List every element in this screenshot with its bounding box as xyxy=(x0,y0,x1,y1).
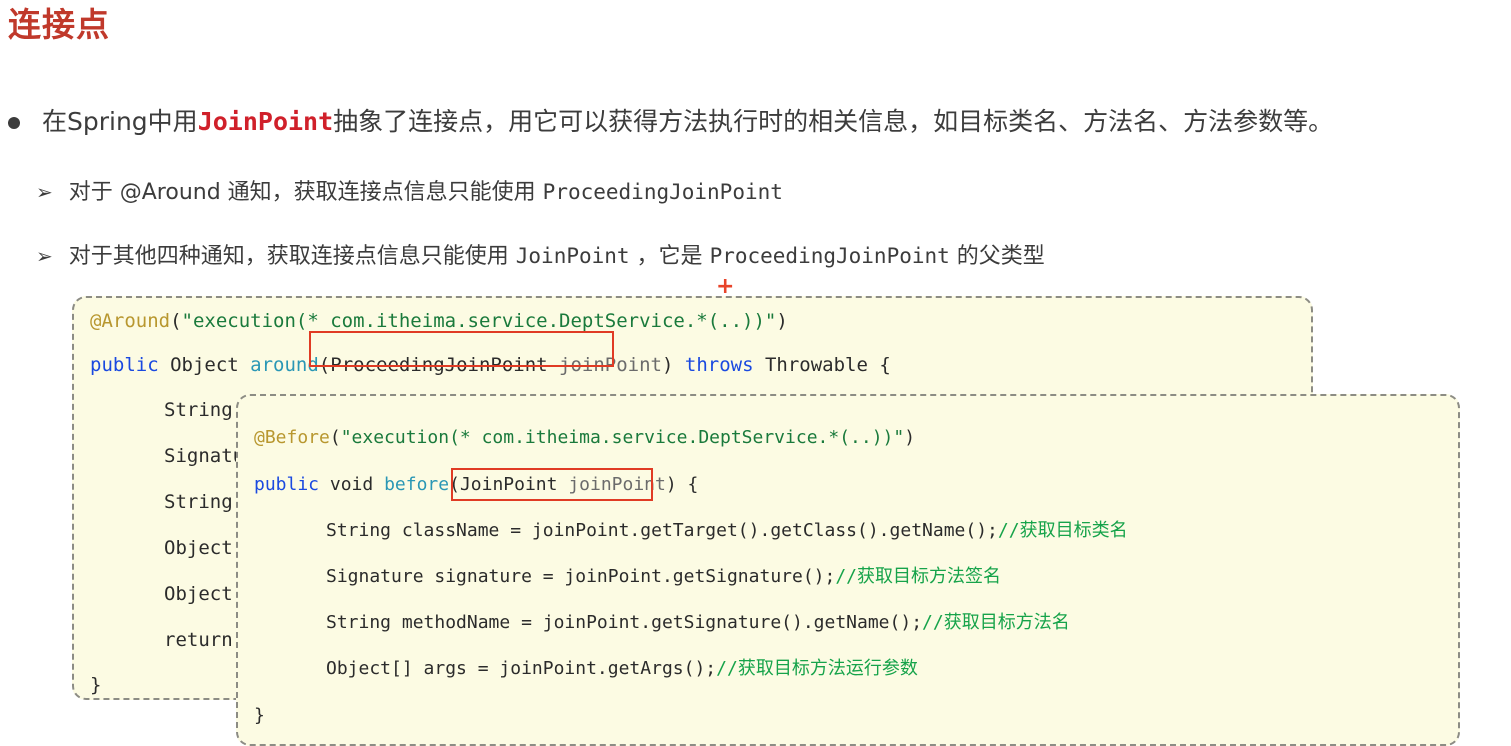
bullet-main-text: 在Spring中用JoinPoint抽象了连接点，用它可以获得方法执行时的相关信… xyxy=(42,105,1333,139)
arrow-marker-icon: ➢ xyxy=(36,180,53,204)
keyword-public: public xyxy=(90,354,159,376)
code-block-before: @Before("execution(* com.itheima.service… xyxy=(236,394,1460,746)
arrow-marker-icon: ➢ xyxy=(36,244,53,268)
comment-classname: //获取目标类名 xyxy=(997,520,1128,541)
method-name-before: before xyxy=(384,474,450,495)
statement-args: Object[] args = joinPoint.getArgs(); xyxy=(326,658,717,679)
highlight-box-joinpoint xyxy=(451,468,653,501)
bullet-sub-others-code2: ProceedingJoinPoint xyxy=(709,244,950,268)
code-around-line-1: @Around("execution(* com.itheima.service… xyxy=(90,312,788,331)
bullet-sub-others: ➢ 对于其他四种通知，获取连接点信息只能使用 JoinPoint ，它是 Pro… xyxy=(36,242,1045,272)
paren: ) xyxy=(904,427,916,448)
bullet-sub-around-code: ProceedingJoinPoint xyxy=(542,180,783,204)
pointcut-expression: "execution(* com.itheima.service.DeptSer… xyxy=(181,310,777,332)
bullet-sub-others-mid: ，它是 xyxy=(629,244,710,269)
code-around-line-6: Object[ xyxy=(164,537,245,559)
keyword-throws: throws xyxy=(673,354,765,376)
code-around-line-4: Signatu xyxy=(164,445,245,467)
code-around-closing-brace: } xyxy=(90,674,102,696)
comment-args: //获取目标方法运行参数 xyxy=(716,658,918,679)
code-before-closing-brace: } xyxy=(254,705,265,726)
code-around-line-7: Object xyxy=(164,583,233,605)
paren: ( xyxy=(170,310,182,332)
code-before-line-4: Signature signature = joinPoint.getSigna… xyxy=(326,568,1001,586)
code-before-line-3: String className = joinPoint.getTarget()… xyxy=(326,522,1128,540)
keyword-public: public xyxy=(254,474,320,495)
return-type: Object xyxy=(158,354,251,376)
paren: ) xyxy=(776,310,788,332)
code-around-line-5: String xyxy=(164,491,233,513)
pointcut-expression: "execution(* com.itheima.service.DeptSer… xyxy=(340,427,905,448)
bullet-sub-others-code1: JoinPoint xyxy=(515,244,630,268)
statement-methodname: String methodName = joinPoint.getSignatu… xyxy=(326,612,923,633)
comment-signature: //获取目标方法签名 xyxy=(835,566,1002,587)
bullet-main-suffix: 抽象了连接点，用它可以获得方法执行时的相关信息，如目标类名、方法名、方法参数等。 xyxy=(333,107,1334,136)
bullet-sub-others-suffix: 的父类型 xyxy=(949,244,1045,269)
bullet-sub-around-text: 对于 @Around 通知，获取连接点信息只能使用 ProceedingJoin… xyxy=(69,178,783,208)
bullet-main-prefix: 在Spring中用 xyxy=(42,107,198,136)
bullet-sub-around-prefix: 对于 @Around 通知，获取连接点信息只能使用 xyxy=(68,180,543,205)
open-brace: { xyxy=(676,474,699,495)
bullet-sub-others-prefix: 对于其他四种通知，获取连接点信息只能使用 xyxy=(68,244,516,269)
plus-marker-icon: + xyxy=(716,274,735,299)
statement-signature: Signature signature = joinPoint.getSigna… xyxy=(326,566,836,587)
paren: ) xyxy=(661,354,674,376)
code-before-line-6: Object[] args = joinPoint.getArgs();//获取… xyxy=(326,660,918,678)
comment-methodname: //获取目标方法名 xyxy=(922,612,1070,633)
exception-type: Throwable { xyxy=(764,354,891,376)
page-title: 连接点 xyxy=(8,5,110,44)
highlight-box-proceedingjoinpoint xyxy=(309,331,614,367)
return-type: void xyxy=(319,474,385,495)
statement-classname: String className = joinPoint.getTarget()… xyxy=(326,520,998,541)
bullet-sub-others-text: 对于其他四种通知，获取连接点信息只能使用 JoinPoint ，它是 Proce… xyxy=(69,242,1045,272)
annotation-before: @Before xyxy=(254,427,330,448)
paren: ( xyxy=(329,427,341,448)
code-around-line-8: return xyxy=(164,629,233,651)
bullet-sub-around: ➢ 对于 @Around 通知，获取连接点信息只能使用 ProceedingJo… xyxy=(36,178,783,208)
code-before-line-1: @Before("execution(* com.itheima.service… xyxy=(254,429,915,447)
bullet-dot-icon xyxy=(8,117,20,129)
annotation-around: @Around xyxy=(90,310,171,332)
code-around-line-3: String xyxy=(164,399,233,421)
paren: ) xyxy=(665,474,677,495)
bullet-main: 在Spring中用JoinPoint抽象了连接点，用它可以获得方法执行时的相关信… xyxy=(8,105,1333,139)
bullet-main-keyword: JoinPoint xyxy=(197,107,334,136)
code-before-line-5: String methodName = joinPoint.getSignatu… xyxy=(326,614,1070,632)
